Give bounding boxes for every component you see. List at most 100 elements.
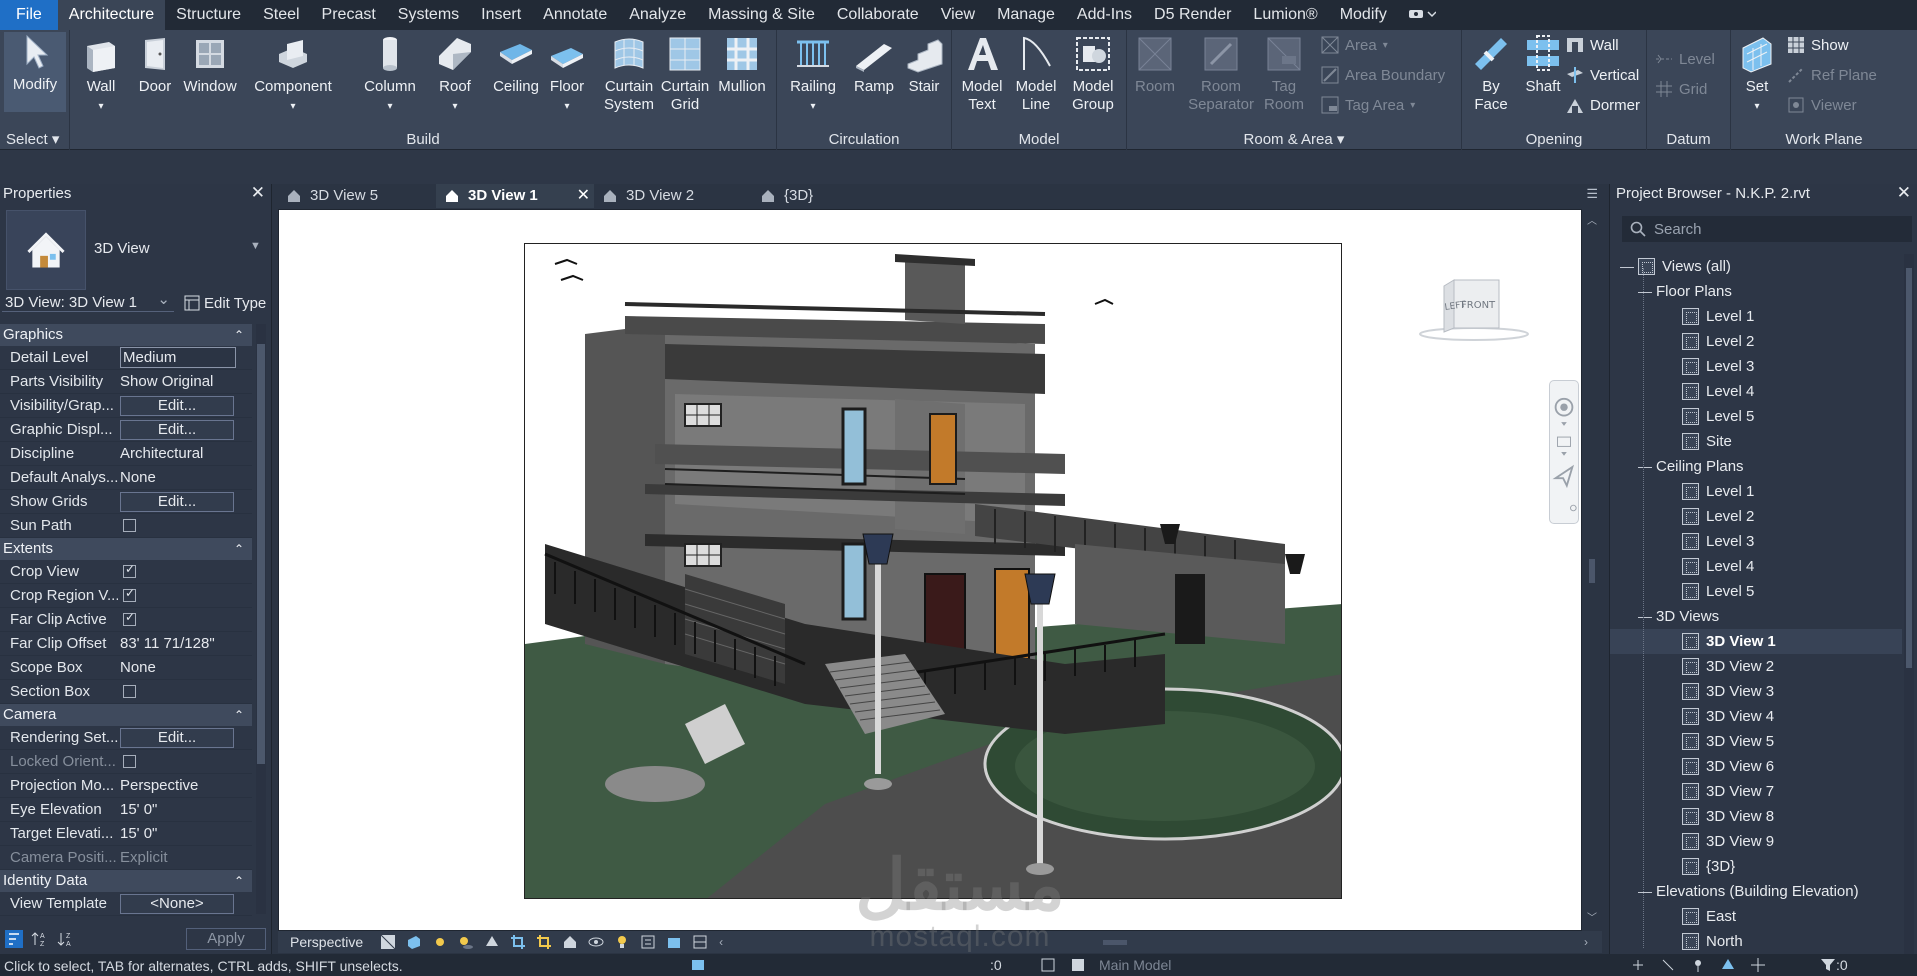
viewer-button[interactable]: Viewer <box>1787 96 1857 114</box>
tab-architecture[interactable]: Architecture <box>57 0 166 30</box>
browser-view-item[interactable]: 3D View 3 <box>1610 679 1902 704</box>
property-group-header[interactable]: Identity Data ⌃ <box>0 870 252 892</box>
shadows-icon[interactable] <box>458 934 474 950</box>
detail-level-icon[interactable] <box>380 934 396 950</box>
browser-node-floor-plans[interactable]: — Floor Plans <box>1610 279 1902 304</box>
property-value-field[interactable]: Medium <box>120 347 236 368</box>
property-edit-button[interactable]: Edit... <box>120 419 234 440</box>
browser-search-input[interactable]: Search <box>1622 216 1912 242</box>
browser-node-3d-views[interactable]: —3D Views <box>1610 604 1902 629</box>
viewport-horizontal-scrollbar[interactable] <box>723 934 1584 950</box>
collapse-icon[interactable]: ⌃ <box>234 538 244 560</box>
browser-view-item[interactable]: 3D View 7 <box>1610 779 1902 804</box>
dormer-opening-button[interactable]: Dormer <box>1566 96 1640 114</box>
tab-d5-render[interactable]: D5 Render <box>1143 0 1242 30</box>
browser-view-item[interactable]: Level 5 <box>1610 579 1902 604</box>
type-selector[interactable]: 3D View ▼ <box>2 206 268 290</box>
browser-view-item[interactable]: East <box>1610 904 1902 929</box>
tab-systems[interactable]: Systems <box>387 0 470 30</box>
browser-view-item[interactable]: 3D View 5 <box>1610 729 1902 754</box>
room-button[interactable]: Room <box>1129 34 1181 96</box>
close-icon[interactable]: ✕ <box>251 183 265 203</box>
tab-manage[interactable]: Manage <box>986 0 1066 30</box>
by-face-button[interactable]: By Face <box>1466 34 1516 114</box>
column-button[interactable]: Column ▾ <box>360 34 420 116</box>
ribbon-toggle-icon[interactable] <box>1398 8 1446 23</box>
viewport-vertical-scrollbar[interactable]: ︿ ﹀ <box>1582 209 1602 931</box>
browser-view-item[interactable]: Level 4 <box>1610 554 1902 579</box>
active-workset[interactable]: Main Model <box>1099 957 1171 973</box>
ref-plane-button[interactable]: Ref Plane <box>1787 66 1877 84</box>
tab-add-ins[interactable]: Add-Ins <box>1066 0 1143 30</box>
view-cube[interactable]: LEFT FRONT <box>1419 276 1529 346</box>
tabs-menu-icon[interactable]: ☰ <box>1586 186 1598 202</box>
vertical-scroll-thumb[interactable] <box>1589 559 1595 583</box>
room-separator-button[interactable]: Room Separator <box>1183 34 1259 114</box>
view-tab[interactable]: 3D View 1 ✕ <box>436 184 594 208</box>
close-tab-icon[interactable]: ✕ <box>577 184 590 208</box>
model-group-button[interactable]: Model Group <box>1064 34 1122 114</box>
tab-annotate[interactable]: Annotate <box>532 0 618 30</box>
shaft-button[interactable]: Shaft <box>1518 34 1568 96</box>
property-group-header[interactable]: Extents ⌃ <box>0 538 252 560</box>
browser-view-item[interactable]: 3D View 1 <box>1610 629 1902 654</box>
modify-button[interactable]: Modify <box>4 32 66 112</box>
tab-massing-site[interactable]: Massing & Site <box>697 0 826 30</box>
curtain-grid-button[interactable]: Curtain Grid <box>658 34 712 114</box>
sun-path-icon[interactable] <box>432 934 448 950</box>
property-checkbox[interactable] <box>123 685 136 698</box>
filter-icon[interactable] <box>1820 957 1836 973</box>
worksets-icon[interactable] <box>690 957 706 973</box>
tab-lumion[interactable]: Lumion® <box>1242 0 1328 30</box>
property-value[interactable]: None <box>120 469 156 486</box>
tab-view[interactable]: View <box>930 0 986 30</box>
browser-node-ceiling-plans[interactable]: — Ceiling Plans <box>1610 454 1902 479</box>
area-button[interactable]: Area ▾ <box>1321 36 1388 54</box>
view-tab[interactable]: 3D View 5 <box>278 184 436 208</box>
tag-room-button[interactable]: Tag Room <box>1259 34 1309 114</box>
temporary-properties-icon[interactable] <box>640 934 656 950</box>
door-button[interactable]: Door <box>130 34 180 96</box>
roof-button[interactable]: Roof ▾ <box>430 34 480 116</box>
ceiling-button[interactable]: Ceiling <box>488 34 544 96</box>
collapse-icon[interactable]: ⌃ <box>234 704 244 726</box>
drawing-area-3d-view[interactable]: LEFT FRONT <box>278 209 1582 931</box>
select-links-icon[interactable] <box>1630 957 1646 973</box>
collapse-icon[interactable]: — <box>1638 454 1652 479</box>
collapse-icon[interactable]: — <box>1620 254 1634 279</box>
show-crop-icon[interactable] <box>536 934 552 950</box>
tab-modify[interactable]: Modify <box>1329 0 1398 30</box>
curtain-system-button[interactable]: Curtain System <box>602 34 656 114</box>
browser-view-item[interactable]: Level 3 <box>1610 529 1902 554</box>
property-group-header[interactable]: Graphics ⌃ <box>0 324 252 346</box>
apply-button[interactable]: Apply <box>186 928 266 950</box>
browser-view-item[interactable]: Level 1 <box>1610 479 1902 504</box>
browser-node-elevations[interactable]: — Elevations (Building Elevation) <box>1610 879 1902 904</box>
property-edit-button[interactable]: Edit... <box>120 395 234 416</box>
collapse-icon[interactable]: — <box>1638 879 1652 904</box>
view-tab[interactable]: {3D} <box>752 184 910 208</box>
browser-view-item[interactable]: Site <box>1610 429 1902 454</box>
browser-node-views-all[interactable]: — Views (all) <box>1610 254 1902 279</box>
visual-style-icon[interactable] <box>406 934 422 950</box>
browser-scroll-thumb[interactable] <box>1906 268 1912 668</box>
tab-structure[interactable]: Structure <box>165 0 252 30</box>
room-area-panel-title[interactable]: Room & Area ▾ <box>1127 130 1461 148</box>
edit-type-button[interactable]: Edit Type <box>184 295 266 312</box>
browser-view-item[interactable]: 3D View 9 <box>1610 829 1902 854</box>
stair-button[interactable]: Stair <box>899 34 949 96</box>
model-text-button[interactable]: Model Text <box>956 34 1008 114</box>
property-value[interactable]: 83' 11 71/128" <box>120 635 215 652</box>
editable-only-icon[interactable] <box>1070 957 1086 973</box>
set-work-plane-button[interactable]: Set ▾ <box>1733 34 1781 116</box>
analytical-model-icon[interactable] <box>692 934 708 950</box>
wall-button[interactable]: Wall ▾ <box>76 34 126 116</box>
property-checkbox[interactable] <box>123 519 136 532</box>
close-icon[interactable]: ✕ <box>1897 183 1911 203</box>
browser-view-item[interactable]: North <box>1610 929 1902 954</box>
browser-view-item[interactable]: 3D View 6 <box>1610 754 1902 779</box>
scroll-right-icon[interactable]: › <box>1584 935 1588 949</box>
crop-region-rendered-house[interactable] <box>524 243 1342 899</box>
grid-button[interactable]: Grid <box>1655 80 1707 98</box>
temporary-hide-icon[interactable] <box>588 934 604 950</box>
